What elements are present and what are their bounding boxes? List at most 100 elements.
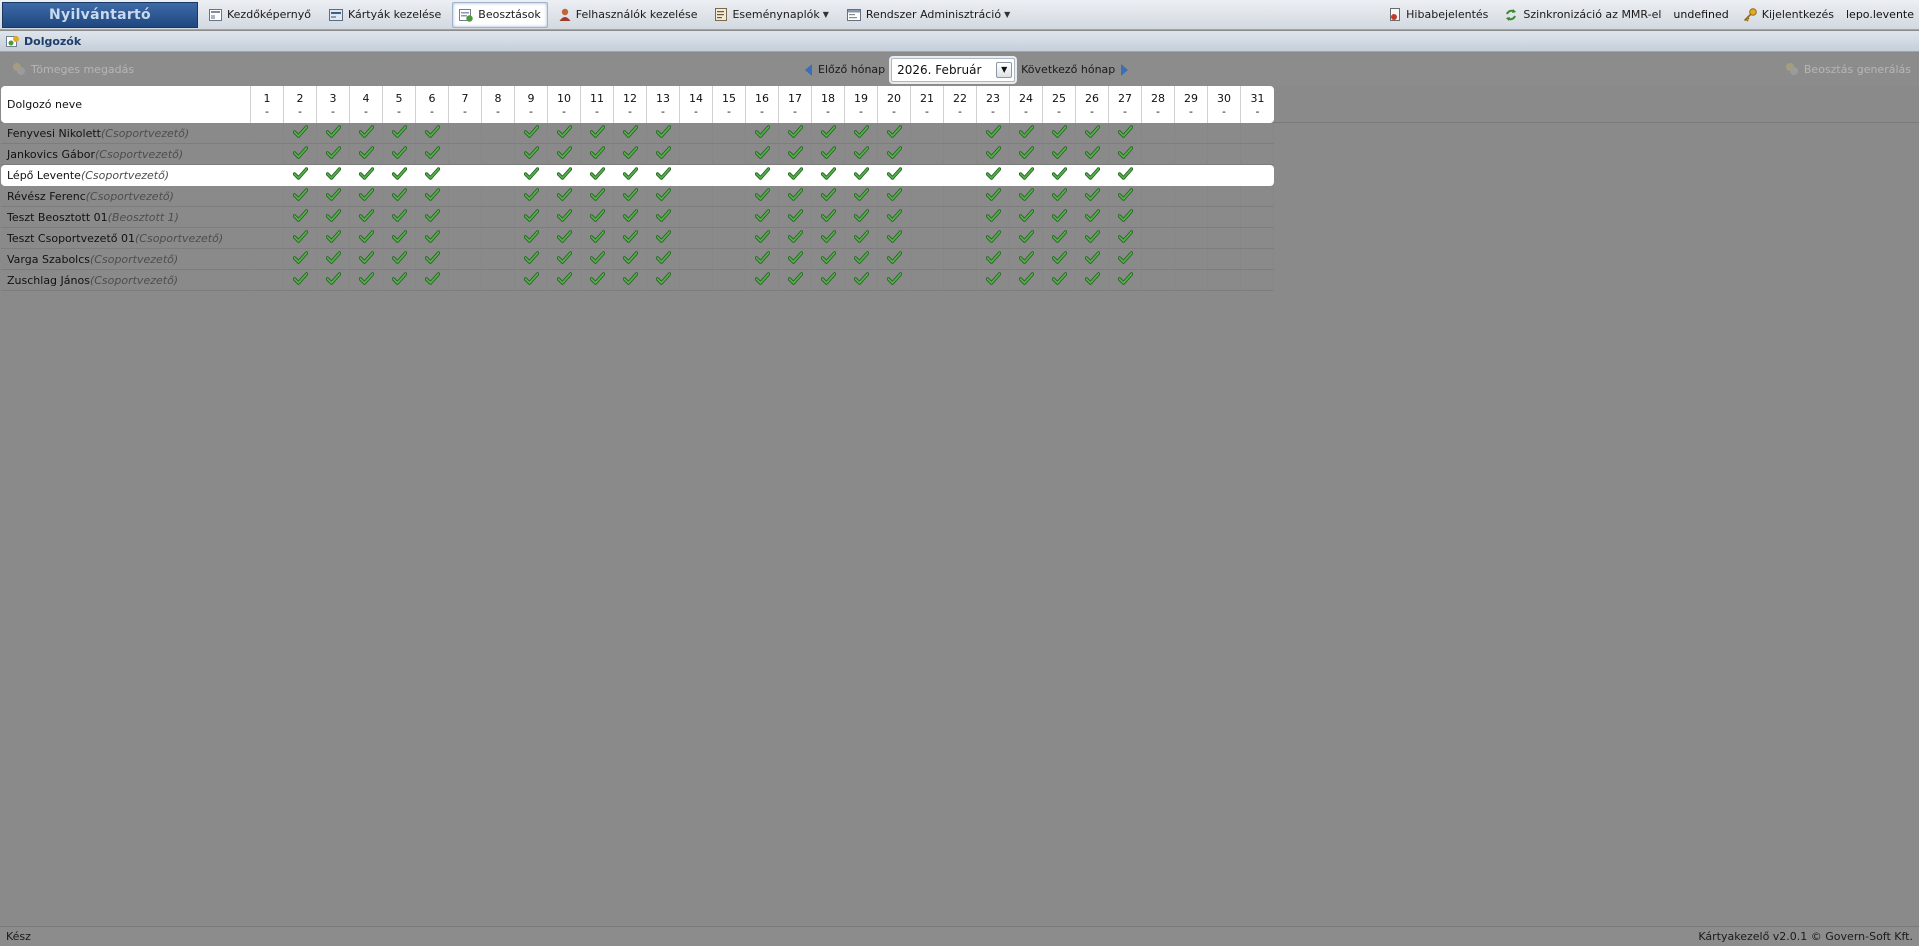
table-row[interactable]: Jankovics Gábor(Csoportvezető) — [1, 144, 1274, 165]
generate-schedule-button[interactable]: Beosztás generálás — [1785, 62, 1911, 76]
day-cell[interactable] — [680, 123, 713, 144]
day-cell[interactable] — [1076, 228, 1109, 249]
day-cell[interactable] — [515, 249, 548, 270]
day-cell[interactable] — [1109, 165, 1142, 186]
day-column-header[interactable]: 22- — [944, 86, 977, 123]
menu-users[interactable]: Felhasználók kezelése — [552, 2, 705, 28]
day-cell[interactable] — [680, 228, 713, 249]
day-cell[interactable] — [944, 144, 977, 165]
day-cell[interactable] — [416, 207, 449, 228]
day-cell[interactable] — [1142, 165, 1175, 186]
day-cell[interactable] — [1208, 144, 1241, 165]
day-cell[interactable] — [581, 186, 614, 207]
day-cell[interactable] — [317, 123, 350, 144]
day-cell[interactable] — [548, 123, 581, 144]
day-cell[interactable] — [581, 270, 614, 291]
day-cell[interactable] — [482, 186, 515, 207]
day-column-header[interactable]: 14- — [680, 86, 713, 123]
employee-name-cell[interactable]: Zuschlag János(Csoportvezető) — [1, 270, 251, 291]
day-cell[interactable] — [515, 228, 548, 249]
day-column-header[interactable]: 8- — [482, 86, 515, 123]
day-cell[interactable] — [779, 249, 812, 270]
chevron-down-icon[interactable]: ▼ — [996, 61, 1013, 78]
day-column-header[interactable]: 5- — [383, 86, 416, 123]
day-cell[interactable] — [1241, 270, 1274, 291]
day-cell[interactable] — [1175, 165, 1208, 186]
day-cell[interactable] — [713, 123, 746, 144]
day-cell[interactable] — [251, 249, 284, 270]
day-column-header[interactable]: 10- — [548, 86, 581, 123]
day-cell[interactable] — [845, 165, 878, 186]
day-cell[interactable] — [746, 249, 779, 270]
day-cell[interactable] — [317, 249, 350, 270]
day-cell[interactable] — [1175, 207, 1208, 228]
day-cell[interactable] — [680, 144, 713, 165]
day-cell[interactable] — [812, 228, 845, 249]
day-cell[interactable] — [845, 144, 878, 165]
sync-button[interactable]: Szinkronizáció az MMR-el — [1497, 2, 1668, 28]
day-cell[interactable] — [548, 270, 581, 291]
day-cell[interactable] — [680, 249, 713, 270]
day-cell[interactable] — [812, 123, 845, 144]
day-cell[interactable] — [1010, 228, 1043, 249]
day-cell[interactable] — [845, 249, 878, 270]
day-cell[interactable] — [1076, 270, 1109, 291]
day-cell[interactable] — [416, 144, 449, 165]
day-cell[interactable] — [944, 123, 977, 144]
day-cell[interactable] — [614, 144, 647, 165]
day-cell[interactable] — [878, 165, 911, 186]
day-cell[interactable] — [1241, 249, 1274, 270]
day-cell[interactable] — [482, 144, 515, 165]
day-cell[interactable] — [977, 228, 1010, 249]
day-cell[interactable] — [1208, 228, 1241, 249]
day-cell[interactable] — [1109, 228, 1142, 249]
day-cell[interactable] — [911, 270, 944, 291]
day-column-header[interactable]: 18- — [812, 86, 845, 123]
day-cell[interactable] — [944, 270, 977, 291]
day-cell[interactable] — [977, 186, 1010, 207]
day-cell[interactable] — [515, 123, 548, 144]
day-cell[interactable] — [284, 228, 317, 249]
day-cell[interactable] — [1109, 123, 1142, 144]
day-cell[interactable] — [581, 123, 614, 144]
day-column-header[interactable]: 6- — [416, 86, 449, 123]
day-cell[interactable] — [284, 207, 317, 228]
day-cell[interactable] — [713, 228, 746, 249]
day-cell[interactable] — [449, 123, 482, 144]
day-cell[interactable] — [746, 123, 779, 144]
day-column-header[interactable]: 2- — [284, 86, 317, 123]
day-cell[interactable] — [647, 123, 680, 144]
day-cell[interactable] — [383, 123, 416, 144]
day-cell[interactable] — [1109, 186, 1142, 207]
table-row[interactable]: Teszt Csoportvezető 01(Csoportvezető) — [1, 228, 1274, 249]
bug-report-button[interactable]: Hibabejelentés — [1382, 2, 1495, 28]
day-cell[interactable] — [680, 207, 713, 228]
day-cell[interactable] — [1109, 207, 1142, 228]
day-cell[interactable] — [1010, 249, 1043, 270]
day-cell[interactable] — [1241, 144, 1274, 165]
day-cell[interactable] — [383, 165, 416, 186]
day-column-header[interactable]: 26- — [1076, 86, 1109, 123]
day-cell[interactable] — [548, 207, 581, 228]
day-cell[interactable] — [944, 228, 977, 249]
menu-eventlogs[interactable]: Eseménynaplók ▼ — [708, 2, 835, 28]
day-cell[interactable] — [1241, 186, 1274, 207]
day-cell[interactable] — [350, 228, 383, 249]
day-column-header[interactable]: 29- — [1175, 86, 1208, 123]
day-cell[interactable] — [383, 207, 416, 228]
menu-home[interactable]: Kezdőképernyő — [202, 2, 318, 28]
day-cell[interactable] — [680, 270, 713, 291]
day-cell[interactable] — [779, 270, 812, 291]
day-column-header[interactable]: 31- — [1241, 86, 1274, 123]
day-cell[interactable] — [251, 186, 284, 207]
day-cell[interactable] — [779, 123, 812, 144]
day-cell[interactable] — [350, 165, 383, 186]
day-cell[interactable] — [779, 186, 812, 207]
day-cell[interactable] — [1142, 270, 1175, 291]
day-cell[interactable] — [548, 144, 581, 165]
day-cell[interactable] — [614, 165, 647, 186]
day-cell[interactable] — [548, 165, 581, 186]
day-cell[interactable] — [482, 270, 515, 291]
day-cell[interactable] — [1175, 249, 1208, 270]
day-cell[interactable] — [1043, 207, 1076, 228]
